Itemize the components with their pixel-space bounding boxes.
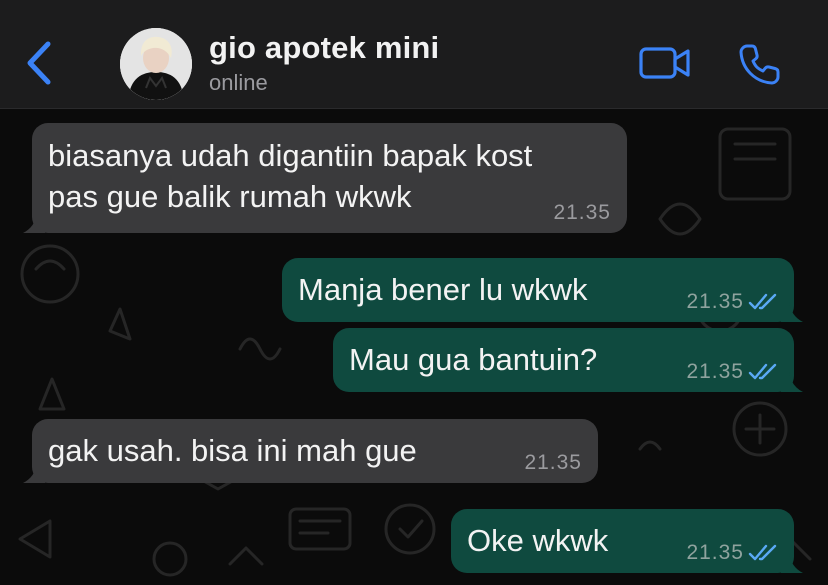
message-incoming[interactable]: biasanya udah digantiin bapak kost pas g…: [23, 123, 627, 233]
message-time: 21.35: [553, 201, 611, 224]
message-text: Oke wkwk: [467, 523, 609, 558]
chat-header: gio apotek mini online: [0, 0, 828, 109]
message-time: 21.35: [686, 290, 744, 313]
message-outgoing[interactable]: Oke wkwk 21.35: [451, 509, 803, 573]
bubble-tail: [23, 463, 45, 483]
message-meta: 21.35: [553, 201, 611, 225]
message-text-line: pas gue balik rumah wkwk: [48, 179, 412, 214]
double-check-icon: [748, 293, 777, 310]
message-text: Mau gua bantuin?: [349, 342, 598, 377]
message-text: biasanya udah digantiin bapak kost pas g…: [48, 135, 532, 217]
message-meta: 21.35: [686, 290, 778, 314]
chevron-left-icon[interactable]: [22, 38, 58, 88]
contact-name[interactable]: gio apotek mini: [209, 30, 439, 66]
chat-screen: gio apotek mini online biasanya udah dig…: [0, 0, 828, 585]
bubble-tail: [781, 302, 803, 322]
bubble-tail: [781, 553, 803, 573]
message-text-line: biasanya udah digantiin bapak kost: [48, 138, 533, 173]
message-outgoing[interactable]: Manja bener lu wkwk 21.35: [282, 258, 803, 322]
message-text: gak usah. bisa ini mah gue: [48, 433, 417, 468]
message-outgoing[interactable]: Mau gua bantuin? 21.35: [333, 328, 803, 392]
double-check-icon: [748, 544, 777, 561]
contact-status: online: [209, 70, 268, 95]
message-meta: 21.35: [686, 541, 778, 565]
message-meta: 21.35: [686, 360, 778, 384]
phone-icon[interactable]: [738, 42, 782, 86]
message-time: 21.35: [686, 541, 744, 564]
message-meta: 21.35: [524, 451, 582, 475]
message-time: 21.35: [686, 360, 744, 383]
message-text: Manja bener lu wkwk: [298, 272, 588, 307]
avatar[interactable]: [120, 28, 192, 100]
chat-area[interactable]: biasanya udah digantiin bapak kost pas g…: [0, 109, 828, 585]
message-incoming[interactable]: gak usah. bisa ini mah gue 21.35: [23, 419, 598, 483]
video-camera-icon[interactable]: [638, 44, 692, 82]
message-time: 21.35: [524, 451, 582, 474]
bubble-tail: [781, 372, 803, 392]
bubble-tail: [23, 213, 45, 233]
double-check-icon: [748, 363, 777, 380]
